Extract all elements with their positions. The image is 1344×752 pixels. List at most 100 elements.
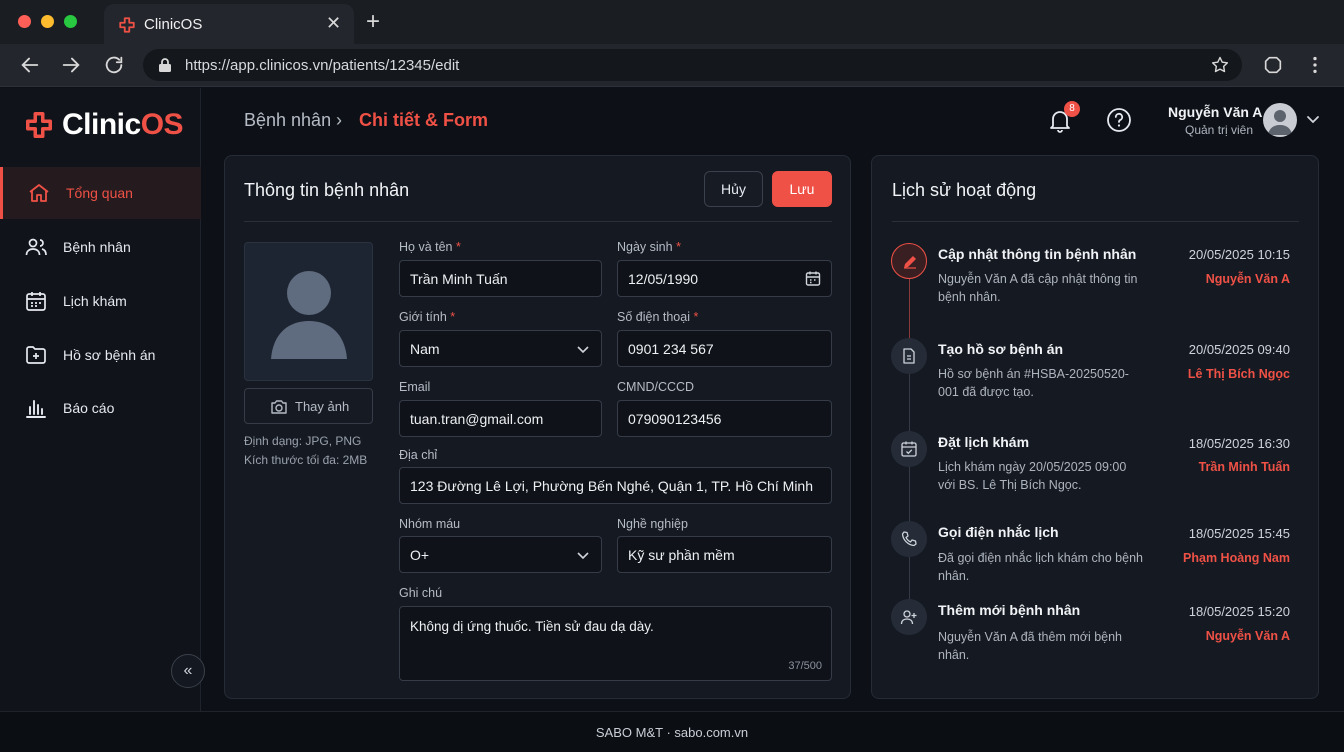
occupation-field[interactable]: Kỹ sư phần mềm (617, 536, 832, 573)
activity-item-title: Tạo hồ sơ bệnh án (938, 341, 1064, 357)
window-minimize-button[interactable] (41, 15, 54, 28)
more-menu-icon[interactable] (1304, 54, 1326, 76)
card-divider (244, 221, 832, 222)
user-avatar-icon (1268, 110, 1292, 135)
extensions-icon[interactable] (1262, 54, 1284, 76)
activity-item-time: 18/05/2025 15:20 (1188, 604, 1290, 619)
address-bar[interactable]: https://app.clinicos.vn/patients/12345/e… (143, 49, 1242, 81)
sidebar: ClinicOS Tổng quan Bệnh nhân Lịch khám H… (0, 88, 201, 711)
phone-icon (901, 531, 917, 547)
footer: SABO M&T · sabo.com.vn (0, 711, 1344, 752)
browser-tab[interactable]: ClinicOS ✕ (104, 4, 354, 44)
id-card-field[interactable]: 079090123456 (617, 400, 832, 437)
activity-icon-wrap (891, 599, 927, 635)
bar-chart-icon (26, 400, 46, 418)
calendar-check-icon (901, 441, 917, 457)
sidebar-item-overview[interactable]: Tổng quan (0, 167, 201, 219)
activity-item-title: Thêm mới bệnh nhân (938, 602, 1081, 618)
activity-item-user[interactable]: Trần Minh Tuấn (1199, 460, 1290, 474)
activity-icon-wrap (891, 338, 927, 374)
full-name-field[interactable]: Trần Minh Tuấn (399, 260, 602, 297)
back-icon[interactable] (19, 54, 41, 76)
patient-info-title: Thông tin bệnh nhân (244, 180, 410, 200)
activity-item-user[interactable]: Nguyễn Văn A (1206, 629, 1290, 643)
collapse-sidebar-button[interactable]: « (171, 654, 205, 688)
activity-item-title: Đặt lịch khám (938, 434, 1030, 450)
brand-logo[interactable]: ClinicOS (24, 107, 184, 143)
user-name[interactable]: Nguyễn Văn A (1168, 104, 1262, 120)
clinic-cross-icon (26, 112, 52, 138)
activity-history-card: Lịch sử hoạt động Cập nhật thông tin bện… (871, 155, 1319, 699)
patient-photo (244, 242, 373, 381)
document-icon (903, 348, 915, 364)
photo-size-hint: Kích thước tối đa: 2MB (244, 453, 368, 467)
sidebar-item-reports[interactable]: Báo cáo (0, 382, 201, 434)
user-silhouette-icon (271, 271, 347, 359)
activity-item-desc: Nguyễn Văn A đã thêm mới bệnh nhân. (938, 630, 1123, 662)
forward-icon[interactable] (60, 54, 82, 76)
sidebar-item-label: Bệnh nhân (63, 239, 131, 255)
phone-field[interactable]: 0901 234 567 (617, 330, 832, 367)
window-maximize-button[interactable] (64, 15, 77, 28)
user-role: Quản trị viên (1185, 123, 1254, 137)
users-icon (25, 238, 47, 256)
calendar-picker-icon[interactable] (805, 270, 821, 287)
patient-info-card: Thông tin bệnh nhân Hủy Lưu Thay ảnh Địn… (224, 155, 851, 699)
breadcrumb-separator: › (336, 110, 342, 130)
reload-icon[interactable] (103, 54, 125, 76)
notes-char-counter: 37/500 (788, 660, 822, 672)
medical-folder-icon (26, 346, 46, 364)
sidebar-item-schedule[interactable]: Lịch khám (0, 275, 201, 327)
notes-textarea[interactable]: Không dị ứng thuốc. Tiền sử đau dạ dày. … (399, 606, 832, 681)
browser-tab-bar: ClinicOS ✕ + (0, 0, 1344, 44)
calendar-icon (26, 292, 46, 311)
email-field[interactable]: tuan.tran@gmail.com (399, 400, 602, 437)
tab-title: ClinicOS (144, 16, 203, 33)
activity-item-user[interactable]: Lê Thị Bích Ngọc (1188, 367, 1290, 381)
change-photo-button[interactable]: Thay ảnh (244, 388, 373, 424)
phone-label: Số điện thoại * (617, 310, 699, 324)
activity-item-user[interactable]: Phạm Hoàng Nam (1183, 551, 1290, 565)
timeline-line-active (909, 274, 910, 344)
activity-item-time: 20/05/2025 10:15 (1188, 247, 1290, 262)
url-text: https://app.clinicos.vn/patients/12345/e… (185, 57, 460, 74)
save-button[interactable]: Lưu (772, 171, 832, 207)
activity-item-time: 18/05/2025 16:30 (1188, 436, 1290, 451)
sidebar-item-label: Báo cáo (63, 400, 115, 416)
chevron-down-icon (577, 346, 589, 354)
activity-title: Lịch sử hoạt động (892, 180, 1037, 200)
dob-field[interactable]: 12/05/1990 (617, 260, 832, 297)
cancel-button[interactable]: Hủy (704, 171, 763, 207)
footer-text: SABO M&T · sabo.com.vn (595, 725, 749, 740)
help-icon[interactable] (1106, 107, 1132, 133)
sidebar-item-patients[interactable]: Bệnh nhân (0, 221, 201, 273)
blood-type-label: Nhóm máu (399, 517, 461, 531)
gender-select[interactable]: Nam (399, 330, 602, 367)
clinic-cross-icon (119, 17, 135, 33)
blood-type-select[interactable]: O+ (399, 536, 602, 573)
address-field[interactable]: 123 Đường Lê Lợi, Phường Bến Nghé, Quận … (399, 467, 832, 504)
activity-item-desc: Lịch khám ngày 20/05/2025 09:00 với BS. … (938, 460, 1127, 492)
lock-icon (159, 58, 171, 72)
top-header: Bệnh nhân › Chi tiết & Form 8 Nguyễn Văn… (202, 88, 1344, 152)
email-label: Email (399, 380, 431, 394)
close-tab-icon[interactable]: ✕ (326, 13, 341, 34)
avatar[interactable] (1263, 103, 1297, 137)
sidebar-item-label: Lịch khám (63, 293, 127, 309)
chevron-down-icon (577, 552, 589, 560)
double-chevron-left-icon: « (183, 662, 193, 679)
breadcrumb-patients[interactable]: Bệnh nhân (244, 110, 331, 131)
occupation-label: Nghề nghiệp (617, 517, 688, 531)
browser-toolbar: https://app.clinicos.vn/patients/12345/e… (0, 44, 1344, 87)
bookmark-star-icon[interactable] (1210, 55, 1230, 75)
window-close-button[interactable] (18, 15, 31, 28)
activity-item-user[interactable]: Nguyễn Văn A (1206, 272, 1290, 286)
brand-name: ClinicOS (62, 108, 184, 141)
change-photo-label: Thay ảnh (295, 399, 350, 414)
activity-item-desc: Đã gọi điện nhắc lịch khám cho bệnh nhân… (938, 551, 1143, 583)
sidebar-item-medical-records[interactable]: Hồ sơ bệnh án (0, 329, 201, 381)
activity-icon-wrap (891, 431, 927, 467)
chevron-down-icon[interactable] (1306, 114, 1320, 124)
id-card-label: CMND/CCCD (617, 380, 695, 394)
new-tab-button[interactable]: + (366, 8, 380, 36)
